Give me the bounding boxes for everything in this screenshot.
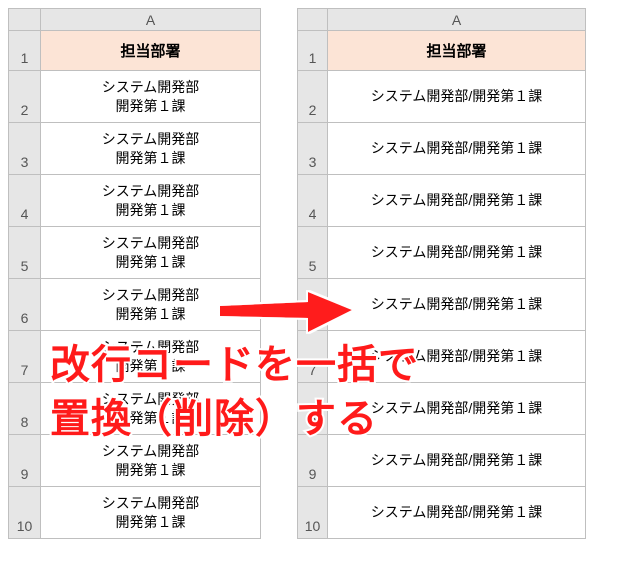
table-row: 4 システム開発部 開発第１課 xyxy=(9,175,261,227)
table-row: 2 システム開発部 開発第１課 xyxy=(9,71,261,123)
data-cell[interactable]: システム開発部 開発第１課 xyxy=(41,435,261,487)
table-row: 9 システム開発部 開発第１課 xyxy=(9,435,261,487)
row-header[interactable]: 6 xyxy=(298,279,328,331)
table-row: 5 システム開発部 開発第１課 xyxy=(9,227,261,279)
data-cell[interactable]: システム開発部/開発第１課 xyxy=(328,331,586,383)
table-row: 2 システム開発部/開発第１課 xyxy=(298,71,586,123)
table-row: 3 システム開発部 開発第１課 xyxy=(9,123,261,175)
data-cell[interactable]: システム開発部/開発第１課 xyxy=(328,175,586,227)
row-header[interactable]: 9 xyxy=(298,435,328,487)
table-row: 6 システム開発部/開発第１課 xyxy=(298,279,586,331)
row-header[interactable]: 5 xyxy=(298,227,328,279)
row-header[interactable]: 9 xyxy=(9,435,41,487)
table-row: 8 システム開発部 開発第１課 xyxy=(9,383,261,435)
column-header-A[interactable]: A xyxy=(328,9,586,31)
row-header[interactable]: 4 xyxy=(9,175,41,227)
data-cell[interactable]: システム開発部 開発第１課 xyxy=(41,279,261,331)
table-row: 7 システム開発部/開発第１課 xyxy=(298,331,586,383)
data-cell[interactable]: システム開発部/開発第１課 xyxy=(328,279,586,331)
table-row: 9 システム開発部/開発第１課 xyxy=(298,435,586,487)
data-cell[interactable]: システム開発部 開発第１課 xyxy=(41,123,261,175)
column-header-row: A xyxy=(298,9,586,31)
table-row: 10 システム開発部 開発第１課 xyxy=(9,487,261,539)
row-header[interactable]: 7 xyxy=(9,331,41,383)
table-row: 7 システム開発部 開発第１課 xyxy=(9,331,261,383)
table-row: 3 システム開発部/開発第１課 xyxy=(298,123,586,175)
table-row: 5 システム開発部/開発第１課 xyxy=(298,227,586,279)
row-header[interactable]: 6 xyxy=(9,279,41,331)
data-cell[interactable]: システム開発部 開発第１課 xyxy=(41,227,261,279)
row-header[interactable]: 10 xyxy=(298,487,328,539)
row-header[interactable]: 10 xyxy=(9,487,41,539)
row-header[interactable]: 5 xyxy=(9,227,41,279)
column-header-row: A xyxy=(9,9,261,31)
data-cell[interactable]: システム開発部/開発第１課 xyxy=(328,487,586,539)
table-row: 4 システム開発部/開発第１課 xyxy=(298,175,586,227)
data-cell[interactable]: システム開発部/開発第１課 xyxy=(328,123,586,175)
data-cell[interactable]: システム開発部/開発第１課 xyxy=(328,227,586,279)
header-cell[interactable]: 担当部署 xyxy=(328,31,586,71)
spreadsheet-before: A 1 担当部署 2 システム開発部 開発第１課 3 システム開発部 開発第１課… xyxy=(8,8,261,539)
data-cell[interactable]: システム開発部/開発第１課 xyxy=(328,383,586,435)
table-row: 6 システム開発部 開発第１課 xyxy=(9,279,261,331)
row-header[interactable]: 4 xyxy=(298,175,328,227)
data-cell[interactable]: システム開発部 開発第１課 xyxy=(41,71,261,123)
row-header[interactable]: 2 xyxy=(9,71,41,123)
row-header[interactable]: 1 xyxy=(9,31,41,71)
table-row: 10 システム開発部/開発第１課 xyxy=(298,487,586,539)
data-cell[interactable]: システム開発部/開発第１課 xyxy=(328,435,586,487)
row-header[interactable]: 1 xyxy=(298,31,328,71)
data-cell[interactable]: システム開発部 開発第１課 xyxy=(41,383,261,435)
select-all-corner[interactable] xyxy=(298,9,328,31)
table-row: 1 担当部署 xyxy=(9,31,261,71)
header-cell[interactable]: 担当部署 xyxy=(41,31,261,71)
row-header[interactable]: 2 xyxy=(298,71,328,123)
row-header[interactable]: 8 xyxy=(9,383,41,435)
data-cell[interactable]: システム開発部/開発第１課 xyxy=(328,71,586,123)
spreadsheet-after: A 1 担当部署 2 システム開発部/開発第１課 3 システム開発部/開発第１課… xyxy=(297,8,586,539)
data-cell[interactable]: システム開発部 開発第１課 xyxy=(41,487,261,539)
column-header-A[interactable]: A xyxy=(41,9,261,31)
row-header[interactable]: 3 xyxy=(298,123,328,175)
select-all-corner[interactable] xyxy=(9,9,41,31)
row-header[interactable]: 7 xyxy=(298,331,328,383)
data-cell[interactable]: システム開発部 開発第１課 xyxy=(41,175,261,227)
row-header[interactable]: 8 xyxy=(298,383,328,435)
data-cell[interactable]: システム開発部 開発第１課 xyxy=(41,331,261,383)
tables-container: A 1 担当部署 2 システム開発部 開発第１課 3 システム開発部 開発第１課… xyxy=(0,0,641,547)
table-row: 8 システム開発部/開発第１課 xyxy=(298,383,586,435)
table-row: 1 担当部署 xyxy=(298,31,586,71)
row-header[interactable]: 3 xyxy=(9,123,41,175)
